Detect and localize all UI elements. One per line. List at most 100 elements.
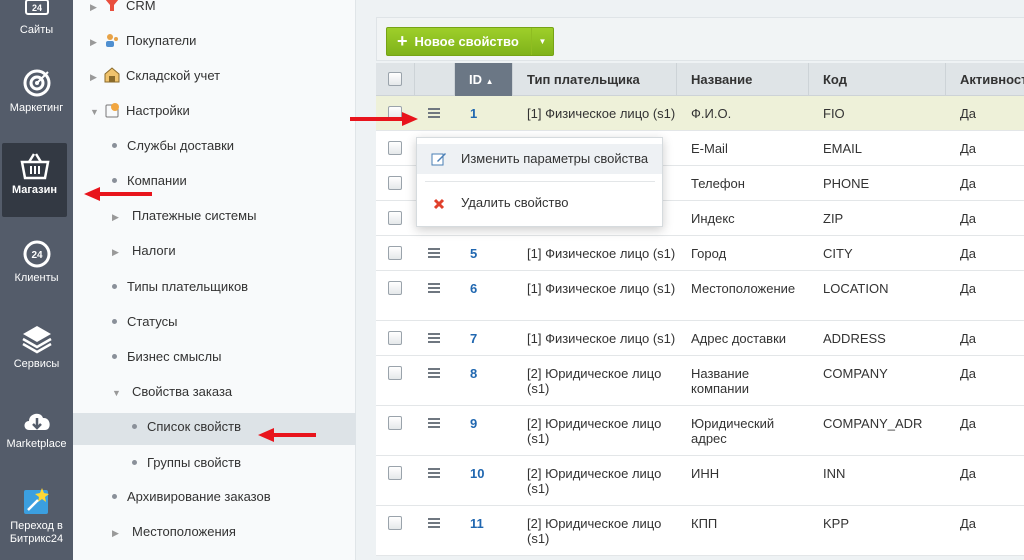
row-checkbox[interactable] xyxy=(388,141,402,155)
header-name[interactable]: Название xyxy=(676,63,808,96)
rail-item-bitrix24[interactable]: Переход в Битрикс24 xyxy=(0,486,73,546)
triangle-right-icon: ▶ xyxy=(112,528,119,538)
cell-id[interactable]: 9 xyxy=(470,416,477,431)
grid-header: ID ▲ Тип плательщика Название Код Активн… xyxy=(376,63,1024,96)
bullet-icon xyxy=(132,424,137,430)
triangle-right-icon: ▶ xyxy=(112,247,119,257)
tree-item-crm[interactable]: ▶ CRM xyxy=(90,0,156,17)
rail-item-marketplace[interactable]: Marketplace xyxy=(0,408,73,450)
cell-id[interactable]: 7 xyxy=(470,331,477,346)
hamburger-icon[interactable] xyxy=(428,468,440,480)
cell-id[interactable]: 8 xyxy=(470,366,477,381)
annotation-arrow-icon xyxy=(350,112,418,126)
row-checkbox[interactable] xyxy=(388,211,402,225)
bullet-icon xyxy=(112,494,117,500)
table-row[interactable]: 9 [2] Юридическое лицо (s1) Юридический адре… xyxy=(376,406,1024,456)
bullet-icon xyxy=(112,143,117,149)
cell-payer-type: [2] Юридическое лицо (s1) xyxy=(527,466,662,496)
triangle-down-icon: ▼ xyxy=(112,388,121,398)
select-all-checkbox[interactable] xyxy=(388,72,402,86)
table-row[interactable]: 6 [1] Физическое лицо (s1) Местоположение L… xyxy=(376,271,1024,321)
rail-item-shop[interactable]: Магазин xyxy=(2,143,67,217)
hamburger-icon[interactable] xyxy=(428,418,440,430)
chevron-down-icon[interactable]: ▼ xyxy=(531,28,553,55)
svg-text:24: 24 xyxy=(31,3,41,13)
cell-code: ZIP xyxy=(823,211,844,226)
cell-id[interactable]: 6 xyxy=(470,281,477,296)
hamburger-icon[interactable] xyxy=(428,248,440,260)
tree-item-payment-systems[interactable]: ▶ Платежные системы xyxy=(112,205,256,227)
tree-item-settings[interactable]: ▼ Настройки xyxy=(90,100,190,122)
hamburger-icon[interactable] xyxy=(428,518,440,530)
table-row[interactable]: 8 [2] Юридическое лицо (s1) Название компани… xyxy=(376,356,1024,406)
hamburger-icon[interactable] xyxy=(428,283,440,295)
clients-icon: 24 xyxy=(23,240,50,268)
delete-property-menu-item[interactable]: Удалить свойство xyxy=(417,188,662,218)
rail-label: Сервисы xyxy=(13,358,60,370)
cell-active: Да xyxy=(960,331,977,346)
cell-name: Индекс xyxy=(691,211,735,226)
cell-code: ADDRESS xyxy=(823,331,886,346)
row-checkbox[interactable] xyxy=(388,176,402,190)
toolbar: + Новое свойство ▼ xyxy=(376,17,1024,61)
header-payer-type[interactable]: Тип плательщика xyxy=(512,63,676,96)
sites-icon: 24 xyxy=(24,0,49,15)
header-code[interactable]: Код xyxy=(808,63,945,96)
cell-code: KPP xyxy=(823,516,850,531)
table-row[interactable]: 7 [1] Физическое лицо (s1) Адрес доставки A… xyxy=(376,321,1024,356)
row-checkbox[interactable] xyxy=(388,281,402,295)
table-row[interactable]: 11 [2] Юридическое лицо (s1) КПП KPP Да xyxy=(376,506,1024,556)
tree-item-property-list[interactable]: Список свойств xyxy=(132,416,241,438)
table-row[interactable]: 10 [2] Юридическое лицо (s1) ИНН INN Да xyxy=(376,456,1024,506)
rail-item-clients[interactable]: 24 Клиенты xyxy=(0,240,73,284)
tree-item-locations[interactable]: ▶ Местоположения xyxy=(112,521,236,543)
cell-name: КПП xyxy=(691,516,718,531)
plus-icon: + xyxy=(397,31,408,51)
rail-label: Битрикс24 xyxy=(9,533,64,545)
hamburger-icon[interactable] xyxy=(428,108,440,120)
hamburger-icon[interactable] xyxy=(428,333,440,345)
layers-icon xyxy=(21,326,52,354)
tree-item-order-archiving[interactable]: Архивирование заказов xyxy=(112,486,271,508)
cell-payer-type: [2] Юридическое лицо (s1) xyxy=(527,366,662,396)
rail-item-marketing[interactable]: Маркетинг xyxy=(0,68,73,114)
rail-item-sites[interactable]: 24 Сайты xyxy=(0,0,73,36)
edit-property-menu-item[interactable]: Изменить параметры свойства xyxy=(417,144,662,174)
tree-item-delivery[interactable]: Службы доставки xyxy=(112,135,234,157)
tree-item-property-groups[interactable]: Группы свойств xyxy=(132,452,241,474)
header-active[interactable]: Активност xyxy=(945,63,1024,96)
tree-item-order-properties[interactable]: ▼ Свойства заказа xyxy=(112,381,232,403)
table-row[interactable]: 1 [1] Физическое лицо (s1) Ф.И.О. FIO Да xyxy=(376,96,1024,131)
new-property-button[interactable]: + Новое свойство ▼ xyxy=(386,27,554,56)
cell-id[interactable]: 10 xyxy=(470,466,484,481)
tree-item-payer-types[interactable]: Типы плательщиков xyxy=(112,276,248,298)
svg-text:24: 24 xyxy=(31,250,43,261)
row-checkbox[interactable] xyxy=(388,416,402,430)
row-checkbox[interactable] xyxy=(388,516,402,530)
tree-item-taxes[interactable]: ▶ Налоги xyxy=(112,240,176,262)
cell-id[interactable]: 1 xyxy=(470,106,477,121)
row-checkbox[interactable] xyxy=(388,246,402,260)
table-row[interactable]: 5 [1] Физическое лицо (s1) Город CITY Да xyxy=(376,236,1024,271)
rail-item-services[interactable]: Сервисы xyxy=(0,324,73,370)
cell-id[interactable]: 11 xyxy=(470,516,484,531)
tree-item-warehouse[interactable]: ▶ Складской учет xyxy=(90,65,220,87)
cell-active: Да xyxy=(960,366,977,381)
cell-id[interactable]: 5 xyxy=(470,246,477,261)
row-checkbox[interactable] xyxy=(388,366,402,380)
tree-item-customers[interactable]: ▶ Покупатели xyxy=(90,30,196,52)
cell-name: ИНН xyxy=(691,466,720,481)
triangle-right-icon: ▶ xyxy=(90,37,97,47)
cell-code: CITY xyxy=(823,246,853,261)
cell-active: Да xyxy=(960,416,977,431)
tree-item-statuses[interactable]: Статусы xyxy=(112,311,177,333)
cell-code: LOCATION xyxy=(823,281,889,296)
hamburger-icon[interactable] xyxy=(428,368,440,380)
cell-name: Адрес доставки xyxy=(691,331,787,346)
header-id[interactable]: ID ▲ xyxy=(454,63,512,96)
cell-active: Да xyxy=(960,516,977,531)
row-checkbox[interactable] xyxy=(388,331,402,345)
row-checkbox[interactable] xyxy=(388,466,402,480)
tree-item-business-meanings[interactable]: Бизнес смыслы xyxy=(112,346,222,368)
cell-name: Телефон xyxy=(691,176,745,191)
